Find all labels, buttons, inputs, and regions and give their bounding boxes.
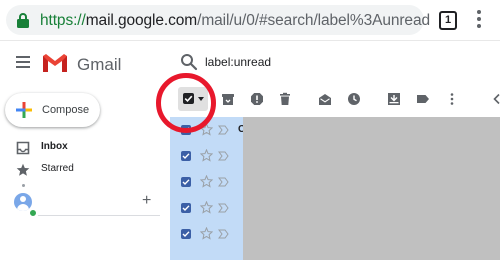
email-row[interactable]: C — [170, 117, 244, 143]
lock-icon — [17, 13, 29, 28]
address-bar[interactable]: https://mail.google.com/mail/u/0/#search… — [6, 5, 430, 35]
main-menu-icon[interactable] — [16, 56, 30, 68]
row-checkbox[interactable] — [181, 203, 191, 213]
delete-icon[interactable] — [278, 92, 292, 106]
select-all-dropdown[interactable] — [178, 87, 208, 111]
star-icon[interactable] — [200, 175, 213, 188]
app-wordmark: Gmail — [77, 55, 122, 74]
sidebar-item-starred[interactable]: Starred — [0, 159, 165, 181]
row-checkbox[interactable] — [181, 125, 191, 135]
email-row[interactable] — [170, 221, 243, 247]
sidebar-item-label: Inbox — [41, 141, 68, 152]
important-marker-icon[interactable] — [218, 125, 229, 135]
email-row[interactable] — [170, 169, 243, 195]
important-marker-icon[interactable] — [218, 203, 229, 213]
mail-toolbar — [170, 84, 500, 116]
important-marker-icon[interactable] — [218, 229, 229, 239]
row-checkbox[interactable] — [181, 177, 191, 187]
label-icon[interactable] — [416, 92, 430, 106]
avatar[interactable] — [14, 193, 32, 211]
move-to-icon[interactable] — [387, 92, 401, 106]
archive-icon[interactable] — [221, 92, 235, 106]
gmail-logo-icon — [43, 54, 67, 72]
sidebar-overflow-dot — [22, 184, 25, 187]
star-icon[interactable] — [200, 227, 213, 240]
email-row[interactable] — [170, 143, 243, 169]
star-icon[interactable] — [200, 123, 213, 136]
row-checkbox[interactable] — [181, 229, 191, 239]
more-options-icon[interactable] — [445, 92, 459, 106]
browser-toolbar: https://mail.google.com/mail/u/0/#search… — [0, 0, 500, 41]
url-scheme: https:// — [40, 12, 86, 29]
search-bar[interactable]: label:unread — [170, 44, 500, 80]
compose-button[interactable]: Compose — [5, 93, 100, 127]
chevron-left-icon[interactable] — [490, 92, 500, 106]
report-spam-icon[interactable] — [250, 92, 264, 106]
tab-switcher-button[interactable]: 1 — [439, 11, 457, 30]
url-host: mail.google.com — [85, 12, 198, 29]
email-row[interactable] — [170, 195, 243, 221]
sidebar-item-inbox[interactable]: Inbox — [0, 137, 165, 159]
url-path: /mail/u/0/#search/label%3Aunread — [197, 12, 430, 29]
mark-as-read-icon[interactable] — [318, 92, 332, 106]
snooze-icon[interactable] — [347, 92, 361, 106]
search-input[interactable]: label:unread — [205, 55, 271, 69]
important-marker-icon[interactable] — [218, 177, 229, 187]
presence-status-dot — [29, 209, 37, 217]
new-conversation-button[interactable]: + — [142, 193, 151, 209]
email-list: C — [170, 117, 244, 260]
important-marker-icon[interactable] — [218, 151, 229, 161]
select-all-checkbox[interactable] — [183, 93, 194, 104]
star-icon — [16, 163, 30, 176]
hangouts-section: + — [0, 190, 165, 220]
hangouts-divider — [38, 215, 160, 216]
compose-plus-icon — [16, 102, 32, 118]
checkmark-icon — [184, 95, 193, 103]
sidebar-item-label: Starred — [41, 163, 74, 174]
row-checkbox[interactable] — [181, 151, 191, 161]
browser-menu-icon[interactable] — [476, 10, 482, 30]
inbox-icon — [16, 141, 30, 155]
compose-label: Compose — [42, 104, 90, 116]
url-text[interactable]: https://mail.google.com/mail/u/0/#search… — [40, 12, 430, 30]
star-icon[interactable] — [200, 149, 213, 162]
search-icon[interactable] — [180, 53, 198, 71]
redacted-content-overlay — [243, 117, 500, 260]
chevron-down-icon[interactable] — [198, 97, 204, 101]
star-icon[interactable] — [200, 201, 213, 214]
